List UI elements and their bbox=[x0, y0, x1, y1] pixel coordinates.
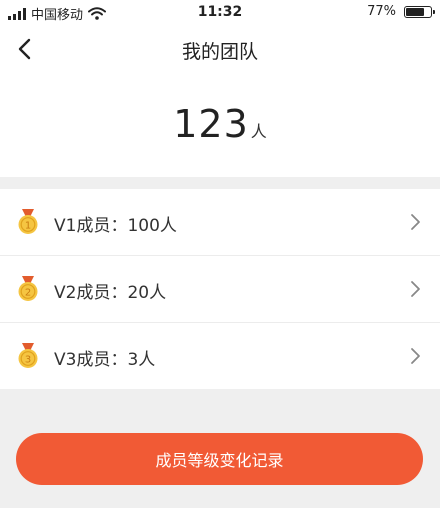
total-member-count: 123 人 bbox=[0, 102, 440, 146]
chevron-right-icon bbox=[411, 214, 420, 230]
nav-header: 我的团队 bbox=[0, 24, 440, 74]
my-team-page: 中国移动 11:32 77% 我的团队 123 人 1 V1成员：100人 2 … bbox=[0, 0, 440, 508]
status-right: 77% bbox=[367, 4, 435, 19]
team-summary: 123 人 bbox=[0, 74, 440, 177]
medal-icon: 1 bbox=[18, 209, 38, 234]
svg-text:1: 1 bbox=[25, 221, 31, 232]
total-count-value: 123 bbox=[173, 102, 249, 146]
member-level-label: V1成员：100人 bbox=[54, 216, 177, 236]
page-title: 我的团队 bbox=[181, 41, 258, 63]
battery-percent: 77% bbox=[367, 4, 396, 19]
member-level-label: V3成员：3人 bbox=[54, 350, 156, 370]
level-change-history-button[interactable]: 成员等级变化记录 bbox=[16, 433, 423, 485]
member-level-list: 1 V1成员：100人 2 V2成员：20人 3 V3成员：3人 bbox=[0, 189, 440, 389]
member-row-v2[interactable]: 2 V2成员：20人 bbox=[0, 256, 440, 323]
medal-icon: 2 bbox=[18, 276, 38, 301]
member-row-v1[interactable]: 1 V1成员：100人 bbox=[0, 189, 440, 256]
svg-text:2: 2 bbox=[25, 288, 31, 299]
chevron-right-icon bbox=[411, 348, 420, 364]
status-bar: 中国移动 11:32 77% bbox=[0, 0, 440, 24]
chevron-right-icon bbox=[411, 281, 420, 297]
member-row-v3[interactable]: 3 V3成员：3人 bbox=[0, 323, 440, 389]
battery-icon bbox=[404, 5, 435, 18]
svg-text:3: 3 bbox=[25, 355, 31, 366]
medal-icon: 3 bbox=[18, 343, 38, 368]
total-count-unit: 人 bbox=[250, 122, 267, 141]
member-level-label: V2成员：20人 bbox=[54, 283, 167, 303]
